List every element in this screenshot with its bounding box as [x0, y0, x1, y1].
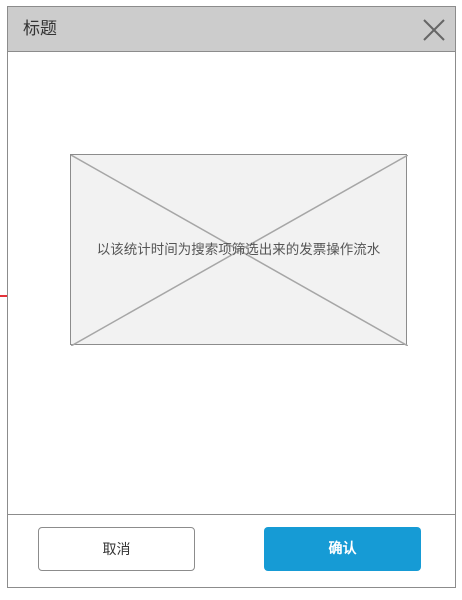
close-icon[interactable] — [421, 17, 447, 43]
dialog-header: 标题 — [8, 7, 455, 52]
dialog-title: 标题 — [23, 19, 57, 39]
canvas: 标题 以该统计时间为搜索项筛选出来的发票操作流水 取消 确认 — [0, 0, 462, 600]
image-placeholder: 以该统计时间为搜索项筛选出来的发票操作流水 — [70, 154, 408, 346]
confirm-button[interactable]: 确认 — [264, 527, 421, 571]
modal-dialog: 标题 以该统计时间为搜索项筛选出来的发票操作流水 取消 确认 — [7, 6, 456, 588]
side-marker-line — [0, 295, 7, 297]
placeholder-caption: 以该统计时间为搜索项筛选出来的发票操作流水 — [96, 242, 381, 258]
cancel-button[interactable]: 取消 — [38, 527, 195, 571]
footer-divider — [8, 514, 455, 515]
